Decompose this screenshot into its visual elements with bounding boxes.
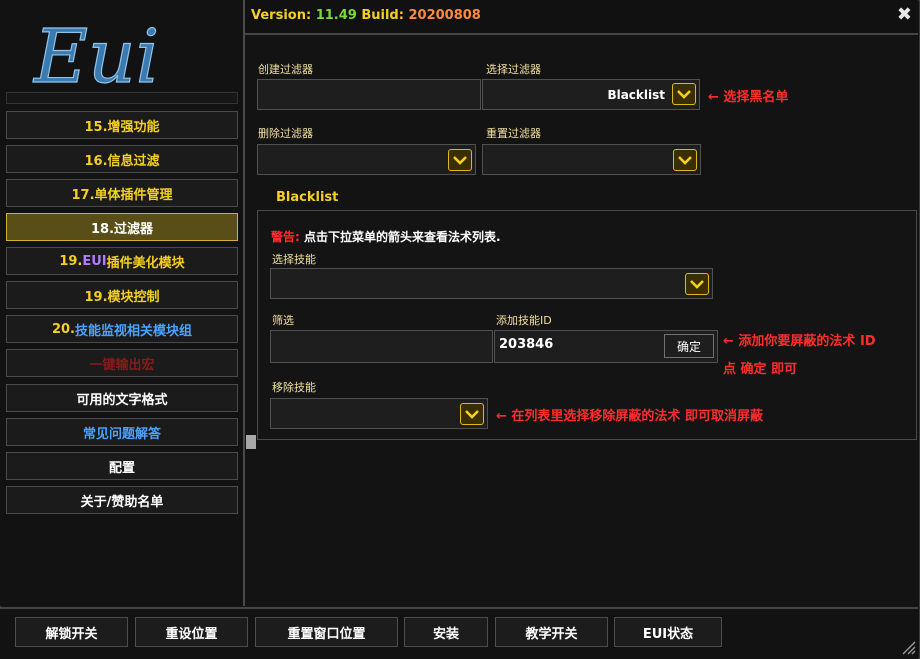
tutorial-toggle-button[interactable]: 教学开关 [495,617,608,647]
delete-filter-label: 删除过滤器 [258,127,313,140]
chevron-down-icon[interactable] [672,83,696,105]
sidebar-item-label: 可用的文字格式 [76,392,168,408]
reset-window-position-button[interactable]: 重置窗口位置 [255,617,398,647]
select-skill-label: 选择技能 [272,253,316,266]
add-skill-note-2: 点 确定 即可 [723,362,798,377]
confirm-button[interactable]: 确定 [664,334,714,358]
remove-skill-dropdown[interactable] [270,398,488,429]
scrollbar-thumb[interactable] [246,435,256,449]
sidebar-item-label: 19.模块控制 [84,289,160,305]
svg-text:Eui: Eui [32,14,159,100]
sidebar-item-label: 15.增强功能 [84,119,160,135]
sidebar-item-macro[interactable]: 一键输出宏 [6,349,238,377]
sidebar-item-faq[interactable]: 常见问题解答 [6,418,238,446]
sidebar-item-partial[interactable] [6,92,238,104]
header: Version: 11.49 Build: 20200808 ✖ [245,0,918,35]
version-value: 11.49 [315,8,357,23]
create-filter-input[interactable] [257,79,481,110]
sidebar-item-config[interactable]: 配置 [6,452,238,480]
sidebar-item-label: 一键输出宏 [89,357,155,373]
create-filter-label: 创建过滤器 [258,63,313,76]
sidebar-item-label: 插件美化模块 [106,255,185,271]
remove-skill-label: 移除技能 [272,381,316,394]
sidebar-item-skill-monitor[interactable]: 20. 技能监视相关模块组 [6,315,238,343]
sidebar-item-label: 技能监视相关模块组 [75,323,193,339]
reset-filter-dropdown[interactable] [482,144,701,175]
select-filter-dropdown[interactable]: Blacklist [482,79,700,110]
reset-filter-label: 重置过滤器 [486,127,541,140]
sidebar-item-number: 20. [51,321,75,337]
filter-input[interactable] [270,330,493,363]
sidebar-item-info-filter[interactable]: 16.信息过滤 [6,145,238,173]
select-filter-label: 选择过滤器 [486,63,541,76]
eui-status-button[interactable]: EUI状态 [614,617,722,647]
sidebar-item-label: 16.信息过滤 [84,153,160,169]
sidebar-item-filters[interactable]: 18.过滤器 [6,213,238,241]
filter-label: 筛选 [272,314,294,327]
sidebar-item-label: 18.过滤器 [90,221,154,237]
reset-position-button[interactable]: 重设位置 [135,617,248,647]
build-key: Build: [361,8,404,23]
warning-text: 警告: 点击下拉菜单的箭头来查看法术列表. [271,228,501,245]
eui-label: EUI [82,253,107,269]
chevron-down-icon[interactable] [460,403,484,425]
chevron-down-icon[interactable] [448,149,472,171]
version-info: Version: 11.49 Build: 20200808 [251,8,481,23]
version-key: Version: [251,8,312,23]
build-value: 20200808 [408,8,481,23]
install-button[interactable]: 安装 [404,617,488,647]
blacklist-title: Blacklist [276,190,339,205]
warning-prefix: 警告: [271,230,300,244]
unlock-toggle-button[interactable]: 解锁开关 [15,617,128,647]
chevron-down-icon[interactable] [673,149,697,171]
close-icon[interactable]: ✖ [897,4,912,25]
add-skill-id-label: 添加技能ID [496,314,552,327]
sidebar-item-about[interactable]: 关于/赞助名单 [6,486,238,514]
add-skill-note: ← 添加你要屏蔽的法术 ID [723,334,876,349]
select-blacklist-note: ← 选择黑名单 [708,90,789,105]
remove-skill-note: ← 在列表里选择移除屏蔽的法术 即可取消屏蔽 [496,409,763,424]
sidebar-item-label: 17.单体插件管理 [71,187,173,203]
sidebar-item-enhance[interactable]: 15.增强功能 [6,111,238,139]
sidebar-item-label: 配置 [108,460,135,476]
resize-grip-icon[interactable] [900,639,916,655]
sidebar-item-module-control[interactable]: 19.模块控制 [6,281,238,309]
select-skill-dropdown[interactable] [270,268,713,299]
delete-filter-dropdown[interactable] [257,144,476,175]
sidebar-item-text-format[interactable]: 可用的文字格式 [6,384,238,412]
select-filter-value: Blacklist [607,88,665,102]
add-skill-id-value: 203846 [499,337,554,352]
sidebar: Eui 15.增强功能 16.信息过滤 17.单体插件管理 18.过滤器 19.… [0,0,245,606]
sidebar-item-plugin-manage[interactable]: 17.单体插件管理 [6,179,238,207]
sidebar-item-number: 19. [59,253,83,269]
eui-logo: Eui [8,2,240,101]
sidebar-item-label: 关于/赞助名单 [80,494,164,510]
sidebar-item-label: 常见问题解答 [82,426,161,442]
sidebar-item-eui-beautify[interactable]: 19. EUI 插件美化模块 [6,247,238,275]
warning-message: 点击下拉菜单的箭头来查看法术列表. [299,230,501,244]
chevron-down-icon[interactable] [685,273,709,295]
